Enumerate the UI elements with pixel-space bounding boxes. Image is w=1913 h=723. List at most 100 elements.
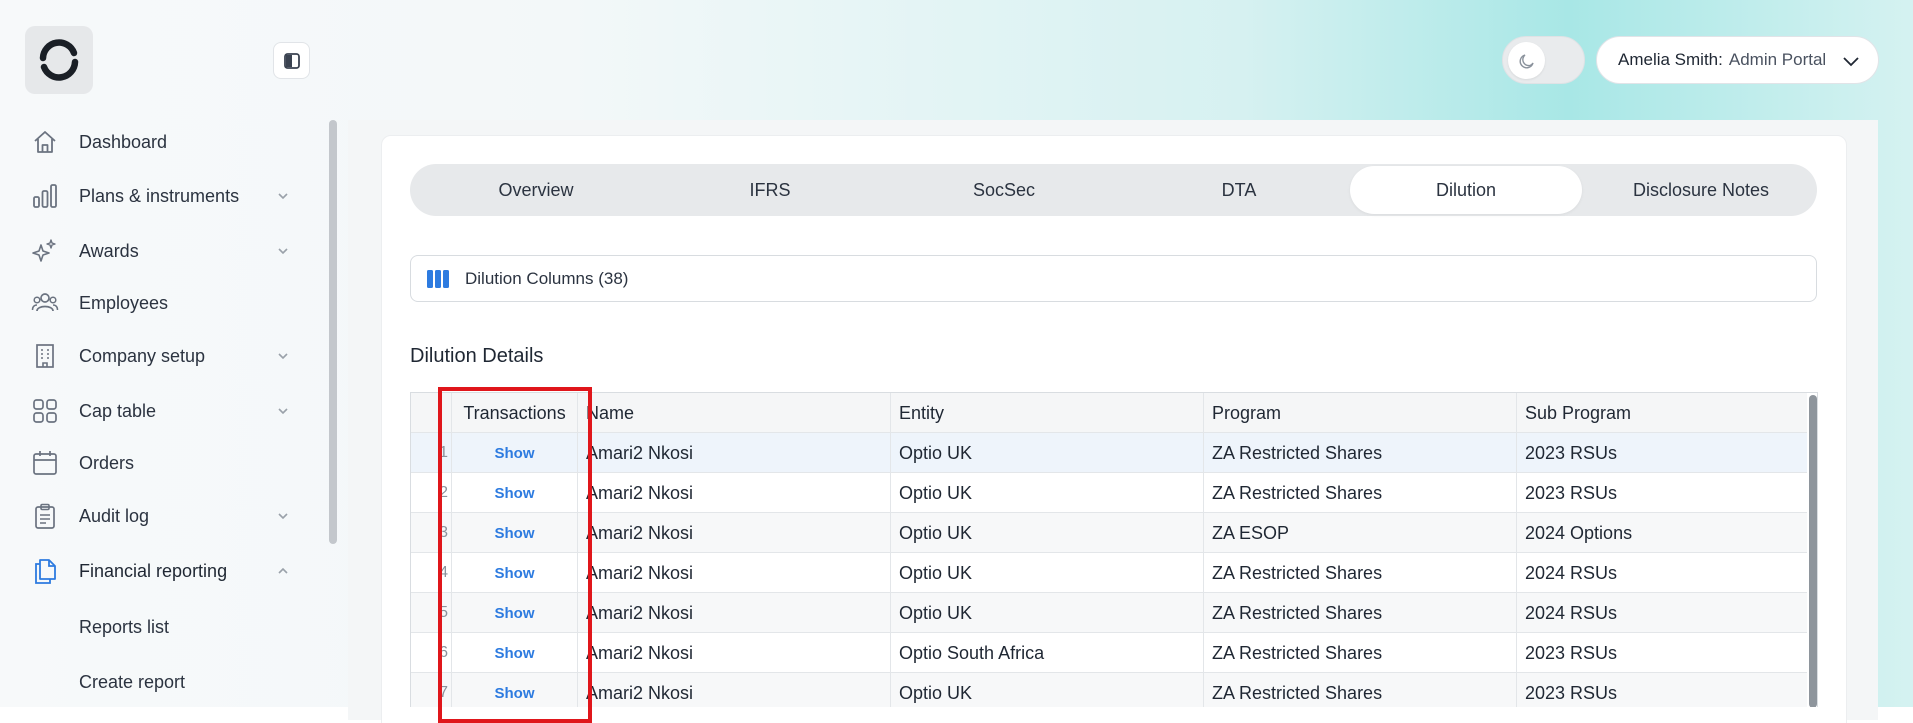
show-transactions-link[interactable]: Show (452, 593, 578, 633)
show-transactions-link[interactable]: Show (452, 473, 578, 513)
home-icon (30, 127, 60, 157)
cell-sub-program: 2024 RSUs (1525, 562, 1618, 583)
sidebar-item-audit-log[interactable]: Audit log (30, 496, 290, 536)
cell-program: ZA Restricted Shares (1204, 633, 1517, 673)
cell-sub-program: 2023 RSUs (1525, 682, 1618, 703)
column-header-entity[interactable]: Entity (891, 393, 1204, 433)
cell-name: Amari2 Nkosi (578, 673, 891, 707)
table-row[interactable]: 6 Show Amari2 Nkosi Optio South Africa Z… (411, 633, 1807, 673)
sidebar-subitem-create-report[interactable]: Create report (79, 672, 185, 693)
sidebar-toggle-button[interactable] (273, 42, 310, 79)
cell-program: ZA Restricted Shares (1204, 553, 1517, 593)
row-number: 3 (411, 513, 452, 553)
sidebar-item-dashboard[interactable]: Dashboard (30, 122, 290, 162)
user-menu-button[interactable]: Amelia Smith: Admin Portal (1596, 36, 1879, 84)
sidebar-item-label: Dashboard (79, 131, 168, 152)
table-row[interactable]: 5 Show Amari2 Nkosi Optio UK ZA Restrict… (411, 593, 1807, 633)
sidebar-item-label: Company setup (79, 345, 206, 366)
cell-entity: Optio UK (891, 553, 1204, 593)
dilution-columns-button[interactable]: Dilution Columns (38) (410, 255, 1817, 302)
cell-name: Amari2 Nkosi (578, 433, 891, 473)
table-row[interactable]: 7 Show Amari2 Nkosi Optio UK ZA Restrict… (411, 673, 1807, 707)
cell-program: ZA Restricted Shares (1204, 673, 1517, 707)
sidebar-item-label: Plans & instruments (79, 185, 240, 206)
sidebar: Dashboard Plans & instruments Awards Emp… (0, 0, 337, 707)
cell-program: ZA ESOP (1204, 513, 1517, 553)
cell-program: ZA Restricted Shares (1204, 433, 1517, 473)
chevron-down-icon (278, 513, 288, 520)
sidebar-item-cap-table[interactable]: Cap table (30, 391, 290, 431)
columns-button-label: Dilution Columns (38) (465, 268, 629, 288)
show-transactions-link[interactable]: Show (452, 553, 578, 593)
section-title: Dilution Details (410, 345, 544, 367)
table-row[interactable]: 3 Show Amari2 Nkosi Optio UK ZA ESOP 202… (411, 513, 1807, 553)
column-header-name[interactable]: Name (578, 393, 891, 433)
cell-entity: Optio UK (891, 433, 1204, 473)
row-number: 6 (411, 633, 452, 673)
cell-program: ZA Restricted Shares (1204, 473, 1517, 513)
sidebar-item-label: Employees (79, 292, 169, 313)
sidebar-item-plans[interactable]: Plans & instruments (30, 176, 290, 216)
sidebar-item-label: Financial reporting (79, 560, 228, 581)
cell-name: Amari2 Nkosi (578, 473, 891, 513)
column-header-program[interactable]: Program (1204, 393, 1517, 433)
user-name: Amelia Smith: (1618, 50, 1723, 69)
logo-icon (39, 39, 79, 81)
chevron-down-icon (1843, 57, 1859, 67)
table-scrollbar[interactable] (1809, 395, 1817, 707)
moon-icon (1519, 53, 1534, 68)
tab-dilution[interactable]: Dilution (1350, 166, 1582, 214)
sidebar-panel-icon (283, 52, 300, 69)
sidebar-item-awards[interactable]: Awards (30, 231, 290, 271)
cell-entity: Optio UK (891, 513, 1204, 553)
sidebar-item-employees[interactable]: Employees (30, 283, 290, 323)
table-row[interactable]: 1 Show Amari2 Nkosi Optio UK ZA Restrict… (411, 433, 1807, 473)
building-icon (30, 341, 60, 371)
tab-socsec[interactable]: SocSec (888, 166, 1120, 214)
cell-entity: Optio UK (891, 593, 1204, 633)
sidebar-item-label: Audit log (79, 505, 150, 526)
sidebar-item-company-setup[interactable]: Company setup (30, 336, 290, 376)
sidebar-item-orders[interactable]: Orders (30, 443, 290, 483)
row-number: 4 (411, 553, 452, 593)
table-header-row: Transactions Name Entity Program Sub Pro… (411, 393, 1807, 433)
report-tabs: Overview IFRS SocSec DTA Dilution Disclo… (410, 164, 1817, 216)
table-row[interactable]: 4 Show Amari2 Nkosi Optio UK ZA Restrict… (411, 553, 1807, 593)
show-transactions-link[interactable]: Show (452, 633, 578, 673)
column-header-sub-program[interactable]: Sub Program (1517, 393, 1807, 433)
cell-name: Amari2 Nkosi (578, 513, 891, 553)
bar-chart-icon (30, 181, 60, 211)
sidebar-item-label: Orders (79, 452, 135, 473)
cell-entity: Optio UK (891, 673, 1204, 707)
cell-sub-program: 2023 RSUs (1525, 442, 1618, 463)
tab-ifrs[interactable]: IFRS (654, 166, 886, 214)
cell-sub-program: 2023 RSUs (1525, 482, 1618, 503)
table-row[interactable]: 2 Show Amari2 Nkosi Optio UK ZA Restrict… (411, 473, 1807, 513)
sidebar-item-label: Awards (79, 240, 139, 261)
sidebar-subitem-reports-list[interactable]: Reports list (79, 617, 169, 638)
show-transactions-link[interactable]: Show (452, 513, 578, 553)
calendar-icon (30, 448, 60, 478)
tab-disclosure-notes[interactable]: Disclosure Notes (1585, 166, 1817, 214)
app-logo[interactable] (25, 26, 93, 94)
sidebar-scrollbar[interactable] (329, 120, 337, 544)
users-icon (30, 288, 60, 318)
row-number: 2 (411, 473, 452, 513)
cell-name: Amari2 Nkosi (578, 593, 891, 633)
cell-name: Amari2 Nkosi (578, 553, 891, 593)
theme-toggle[interactable] (1502, 36, 1585, 84)
cell-entity: Optio South Africa (891, 633, 1204, 673)
column-header-transactions[interactable]: Transactions (452, 393, 578, 433)
show-transactions-link[interactable]: Show (452, 433, 578, 473)
sidebar-item-financial-reporting[interactable]: Financial reporting (30, 551, 290, 591)
tab-overview[interactable]: Overview (420, 166, 652, 214)
row-number: 7 (411, 673, 452, 707)
show-transactions-link[interactable]: Show (452, 673, 578, 707)
grid-icon (30, 396, 60, 426)
columns-icon (427, 269, 449, 288)
theme-toggle-knob (1508, 42, 1545, 79)
dilution-table: Transactions Name Entity Program Sub Pro… (410, 392, 1818, 707)
tab-dta[interactable]: DTA (1123, 166, 1355, 214)
user-role: Admin Portal (1728, 50, 1827, 69)
chevron-down-icon (278, 248, 288, 255)
